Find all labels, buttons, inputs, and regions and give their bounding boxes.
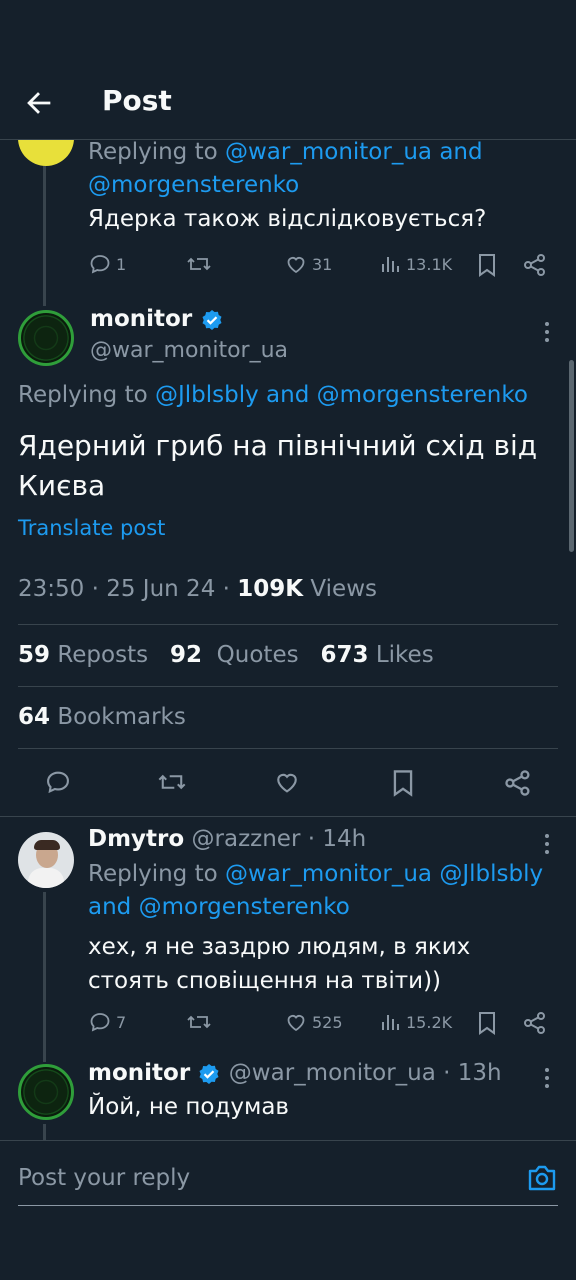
repost-icon (187, 257, 211, 271)
avatar[interactable] (18, 832, 74, 888)
views-button[interactable]: 13.1K (380, 252, 452, 276)
more-options-icon[interactable] (544, 1068, 550, 1088)
reply-button[interactable]: 7 (88, 1010, 126, 1034)
composer-underline (18, 1205, 558, 1206)
avatar[interactable] (18, 1064, 74, 1120)
mention-link[interactable]: @Jlblsbly (439, 861, 543, 887)
post-time: 13h (457, 1060, 502, 1086)
thread-line (43, 166, 46, 306)
post-timestamp: 23:50 · 25 Jun 24 · 109K Views (18, 576, 377, 602)
reply-icon (90, 1013, 110, 1032)
quotes-stat[interactable]: 92 Quotes (170, 642, 299, 668)
verified-badge-icon (199, 1063, 219, 1084)
bookmark-icon[interactable] (390, 768, 416, 798)
bookmark-icon[interactable] (476, 1010, 498, 1036)
divider (0, 816, 576, 817)
heart-icon (287, 257, 305, 274)
reply-input[interactable]: Post your reply (18, 1165, 190, 1191)
thread-line (43, 892, 46, 1062)
verified-badge-icon (202, 309, 222, 330)
like-button[interactable]: 525 (284, 1010, 343, 1034)
camera-icon[interactable] (526, 1163, 558, 1193)
author-handle[interactable]: @war_monitor_ua (90, 338, 288, 363)
mention-link[interactable]: @war_monitor_ua (225, 861, 432, 887)
share-icon[interactable] (522, 1010, 548, 1036)
mention-link[interactable]: @morgensterenko (317, 382, 528, 408)
divider (18, 624, 558, 625)
share-icon[interactable] (503, 768, 533, 798)
likes-stat[interactable]: 673 Likes (321, 642, 434, 668)
post-text: хех, я не заздрю людям, в яких стоять сп… (88, 934, 471, 994)
replying-to-line: Replying to @war_monitor_ua @Jlblsbly an… (88, 861, 544, 920)
like-button[interactable]: 31 (284, 252, 332, 276)
author-handle[interactable]: @war_monitor_ua (229, 1060, 436, 1086)
more-options-icon[interactable] (544, 322, 550, 342)
back-arrow-icon[interactable] (22, 86, 56, 120)
analytics-icon (382, 257, 399, 272)
mention-link[interactable]: @war_monitor_ua (225, 139, 432, 165)
bookmarks-stat[interactable]: 64 Bookmarks (18, 704, 186, 730)
post-stats: 59 Reposts 92 Quotes 673 Likes (18, 642, 434, 668)
translate-post-link[interactable]: Translate post (18, 516, 165, 540)
author-name[interactable]: Dmytro (88, 826, 184, 852)
reposts-stat[interactable]: 59 Reposts (18, 642, 148, 668)
top-app-bar: Post (0, 0, 576, 140)
repost-icon[interactable] (157, 768, 187, 796)
post-time: 14h (322, 826, 367, 852)
page-title: Post (102, 84, 172, 117)
mention-link[interactable]: @morgensterenko (88, 172, 299, 198)
repost-button[interactable] (186, 1010, 212, 1034)
reply-icon (90, 255, 110, 274)
bookmark-icon[interactable] (476, 252, 498, 278)
post-text: Ядерний гриб на північний схід від Києва (18, 429, 538, 502)
heart-icon (287, 1015, 305, 1032)
replying-to-line: Replying to @war_monitor_ua and @morgens… (88, 139, 483, 198)
scrollbar[interactable] (569, 360, 574, 552)
author-name[interactable]: monitor (90, 306, 224, 332)
post-text: Йой, не подумав (88, 1094, 289, 1120)
post-text: Ядерка також відслідковується? (88, 206, 487, 232)
share-icon[interactable] (522, 252, 548, 278)
reply-composer: Post your reply (0, 1140, 576, 1280)
divider (18, 686, 558, 687)
repost-icon (187, 1015, 211, 1029)
avatar[interactable] (18, 310, 74, 366)
thread-line (43, 1124, 46, 1140)
author-handle[interactable]: @razzner (192, 826, 301, 852)
reply-icon[interactable] (44, 768, 72, 796)
reply-header: monitor @war_monitor_ua · 13h (88, 1060, 502, 1086)
replying-to-line: Replying to @Jlblsbly and @morgensterenk… (18, 382, 528, 408)
analytics-icon (382, 1015, 399, 1030)
mention-link[interactable]: @morgensterenko (139, 894, 350, 920)
mention-link[interactable]: @Jlblsbly (155, 382, 259, 408)
more-options-icon[interactable] (544, 834, 550, 854)
author-name[interactable]: monitor (88, 1060, 190, 1086)
divider (18, 748, 558, 749)
repost-button[interactable] (186, 252, 212, 276)
heart-icon[interactable] (273, 768, 301, 796)
views-button[interactable]: 15.2K (380, 1010, 452, 1034)
reply-button[interactable]: 1 (88, 252, 126, 276)
reply-header: Dmytro @razzner · 14h (88, 826, 367, 852)
